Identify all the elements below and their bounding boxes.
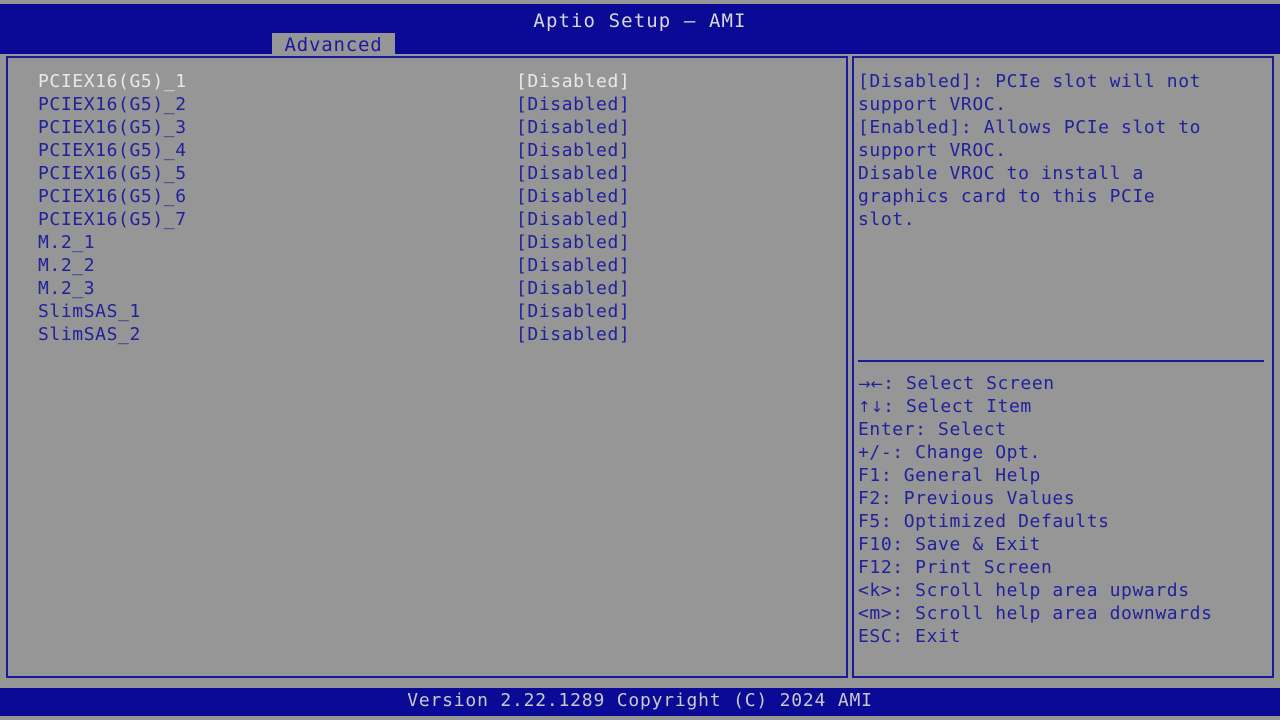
settings-row-label: PCIEX16(G5)_5: [38, 163, 187, 184]
settings-row[interactable]: PCIEX16(G5)_3 [Disabled]: [38, 116, 818, 139]
help-divider: [858, 360, 1264, 362]
settings-row-value[interactable]: [Disabled]: [516, 116, 630, 139]
version-label: Version 2.22.1289 Copyright (C) 2024 AMI: [407, 690, 873, 711]
legend-line: Enter: Select: [858, 418, 1270, 441]
settings-row-label: M.2_1: [38, 232, 96, 253]
settings-row-value[interactable]: [Disabled]: [516, 300, 630, 323]
settings-row-label: M.2_3: [38, 278, 96, 299]
settings-row-value[interactable]: [Disabled]: [516, 254, 630, 277]
help-panel: [Disabled]: PCIe slot will not support VR…: [852, 56, 1274, 678]
settings-row[interactable]: SlimSAS_1 [Disabled]: [38, 300, 818, 323]
settings-row-value[interactable]: [Disabled]: [516, 93, 630, 116]
settings-list: PCIEX16(G5)_1 [Disabled] PCIEX16(G5)_2 [Dis…: [38, 70, 818, 346]
settings-row-label: PCIEX16(G5)_2: [38, 94, 187, 115]
settings-row-label: PCIEX16(G5)_7: [38, 209, 187, 230]
settings-row[interactable]: SlimSAS_2 [Disabled]: [38, 323, 818, 346]
help-text: [Disabled]: PCIe slot will not support VR…: [858, 70, 1270, 231]
help-line: slot.: [858, 209, 916, 230]
footer-bar: Version 2.22.1289 Copyright (C) 2024 AMI: [0, 688, 1280, 716]
settings-row-label: PCIEX16(G5)_6: [38, 186, 187, 207]
arrow-keys-icon: →←: [858, 375, 884, 393]
legend-line: →←: Select Screen: [858, 372, 1270, 395]
legend-text: : Select Screen: [883, 373, 1055, 394]
settings-row-label: M.2_2: [38, 255, 96, 276]
settings-row-value[interactable]: [Disabled]: [516, 277, 630, 300]
legend-line: F5: Optimized Defaults: [858, 510, 1270, 533]
settings-row[interactable]: PCIEX16(G5)_5 [Disabled]: [38, 162, 818, 185]
legend-text: F1: General Help: [858, 465, 1041, 486]
legend-text: <k>: Scroll help area upwards: [858, 580, 1190, 601]
legend-line: F10: Save & Exit: [858, 533, 1270, 556]
help-line: graphics card to this PCIe: [858, 186, 1156, 207]
legend-text: F5: Optimized Defaults: [858, 511, 1110, 532]
settings-row[interactable]: M.2_1 [Disabled]: [38, 231, 818, 254]
legend-line: F1: General Help: [858, 464, 1270, 487]
legend-text: +/-: Change Opt.: [858, 442, 1041, 463]
settings-row-value[interactable]: [Disabled]: [516, 231, 630, 254]
legend-line: ESC: Exit: [858, 625, 1270, 648]
legend-text: <m>: Scroll help area downwards: [858, 603, 1213, 624]
title-bar: Aptio Setup – AMI Advanced: [0, 4, 1280, 57]
help-line: support VROC.: [858, 140, 1007, 161]
page-title: Aptio Setup – AMI: [533, 10, 747, 32]
settings-row-value[interactable]: [Disabled]: [516, 139, 630, 162]
settings-panel: PCIEX16(G5)_1 [Disabled] PCIEX16(G5)_2 [Dis…: [6, 56, 848, 678]
settings-row[interactable]: PCIEX16(G5)_1 [Disabled]: [38, 70, 818, 93]
settings-row-label: PCIEX16(G5)_1: [38, 71, 187, 92]
key-legend: →←: Select Screen ↑↓: Select Item Enter: S…: [858, 372, 1270, 648]
arrow-keys-icon: ↑↓: [858, 398, 884, 416]
settings-row[interactable]: PCIEX16(G5)_2 [Disabled]: [38, 93, 818, 116]
bios-setup-screen: Aptio Setup – AMI Advanced PCIEX16(G5)_1…: [0, 0, 1280, 720]
legend-line: <k>: Scroll help area upwards: [858, 579, 1270, 602]
legend-text: : Select Item: [883, 396, 1032, 417]
legend-line: F2: Previous Values: [858, 487, 1270, 510]
legend-line: ↑↓: Select Item: [858, 395, 1270, 418]
legend-line: <m>: Scroll help area downwards: [858, 602, 1270, 625]
settings-row-label: PCIEX16(G5)_3: [38, 117, 187, 138]
legend-text: F12: Print Screen: [858, 557, 1053, 578]
legend-text: F10: Save & Exit: [858, 534, 1041, 555]
settings-row-label: PCIEX16(G5)_4: [38, 140, 187, 161]
settings-row-value[interactable]: [Disabled]: [516, 70, 630, 93]
legend-text: ESC: Exit: [858, 626, 961, 647]
settings-row[interactable]: PCIEX16(G5)_4 [Disabled]: [38, 139, 818, 162]
settings-row-value[interactable]: [Disabled]: [516, 208, 630, 231]
settings-row-value[interactable]: [Disabled]: [516, 185, 630, 208]
settings-row[interactable]: M.2_3 [Disabled]: [38, 277, 818, 300]
help-line: support VROC.: [858, 94, 1007, 115]
legend-line: +/-: Change Opt.: [858, 441, 1270, 464]
legend-text: F2: Previous Values: [858, 488, 1076, 509]
settings-row[interactable]: M.2_2 [Disabled]: [38, 254, 818, 277]
settings-row-label: SlimSAS_2: [38, 324, 141, 345]
settings-row-label: SlimSAS_1: [38, 301, 141, 322]
settings-row-value[interactable]: [Disabled]: [516, 323, 630, 346]
body-area: PCIEX16(G5)_1 [Disabled] PCIEX16(G5)_2 [Dis…: [0, 54, 1280, 686]
help-line: Disable VROC to install a: [858, 163, 1144, 184]
legend-line: F12: Print Screen: [858, 556, 1270, 579]
legend-text: Enter: Select: [858, 419, 1007, 440]
settings-row[interactable]: PCIEX16(G5)_7 [Disabled]: [38, 208, 818, 231]
help-line: [Enabled]: Allows PCIe slot to: [858, 117, 1202, 138]
settings-row[interactable]: PCIEX16(G5)_6 [Disabled]: [38, 185, 818, 208]
help-line: [Disabled]: PCIe slot will not: [858, 71, 1202, 92]
settings-row-value[interactable]: [Disabled]: [516, 162, 630, 185]
